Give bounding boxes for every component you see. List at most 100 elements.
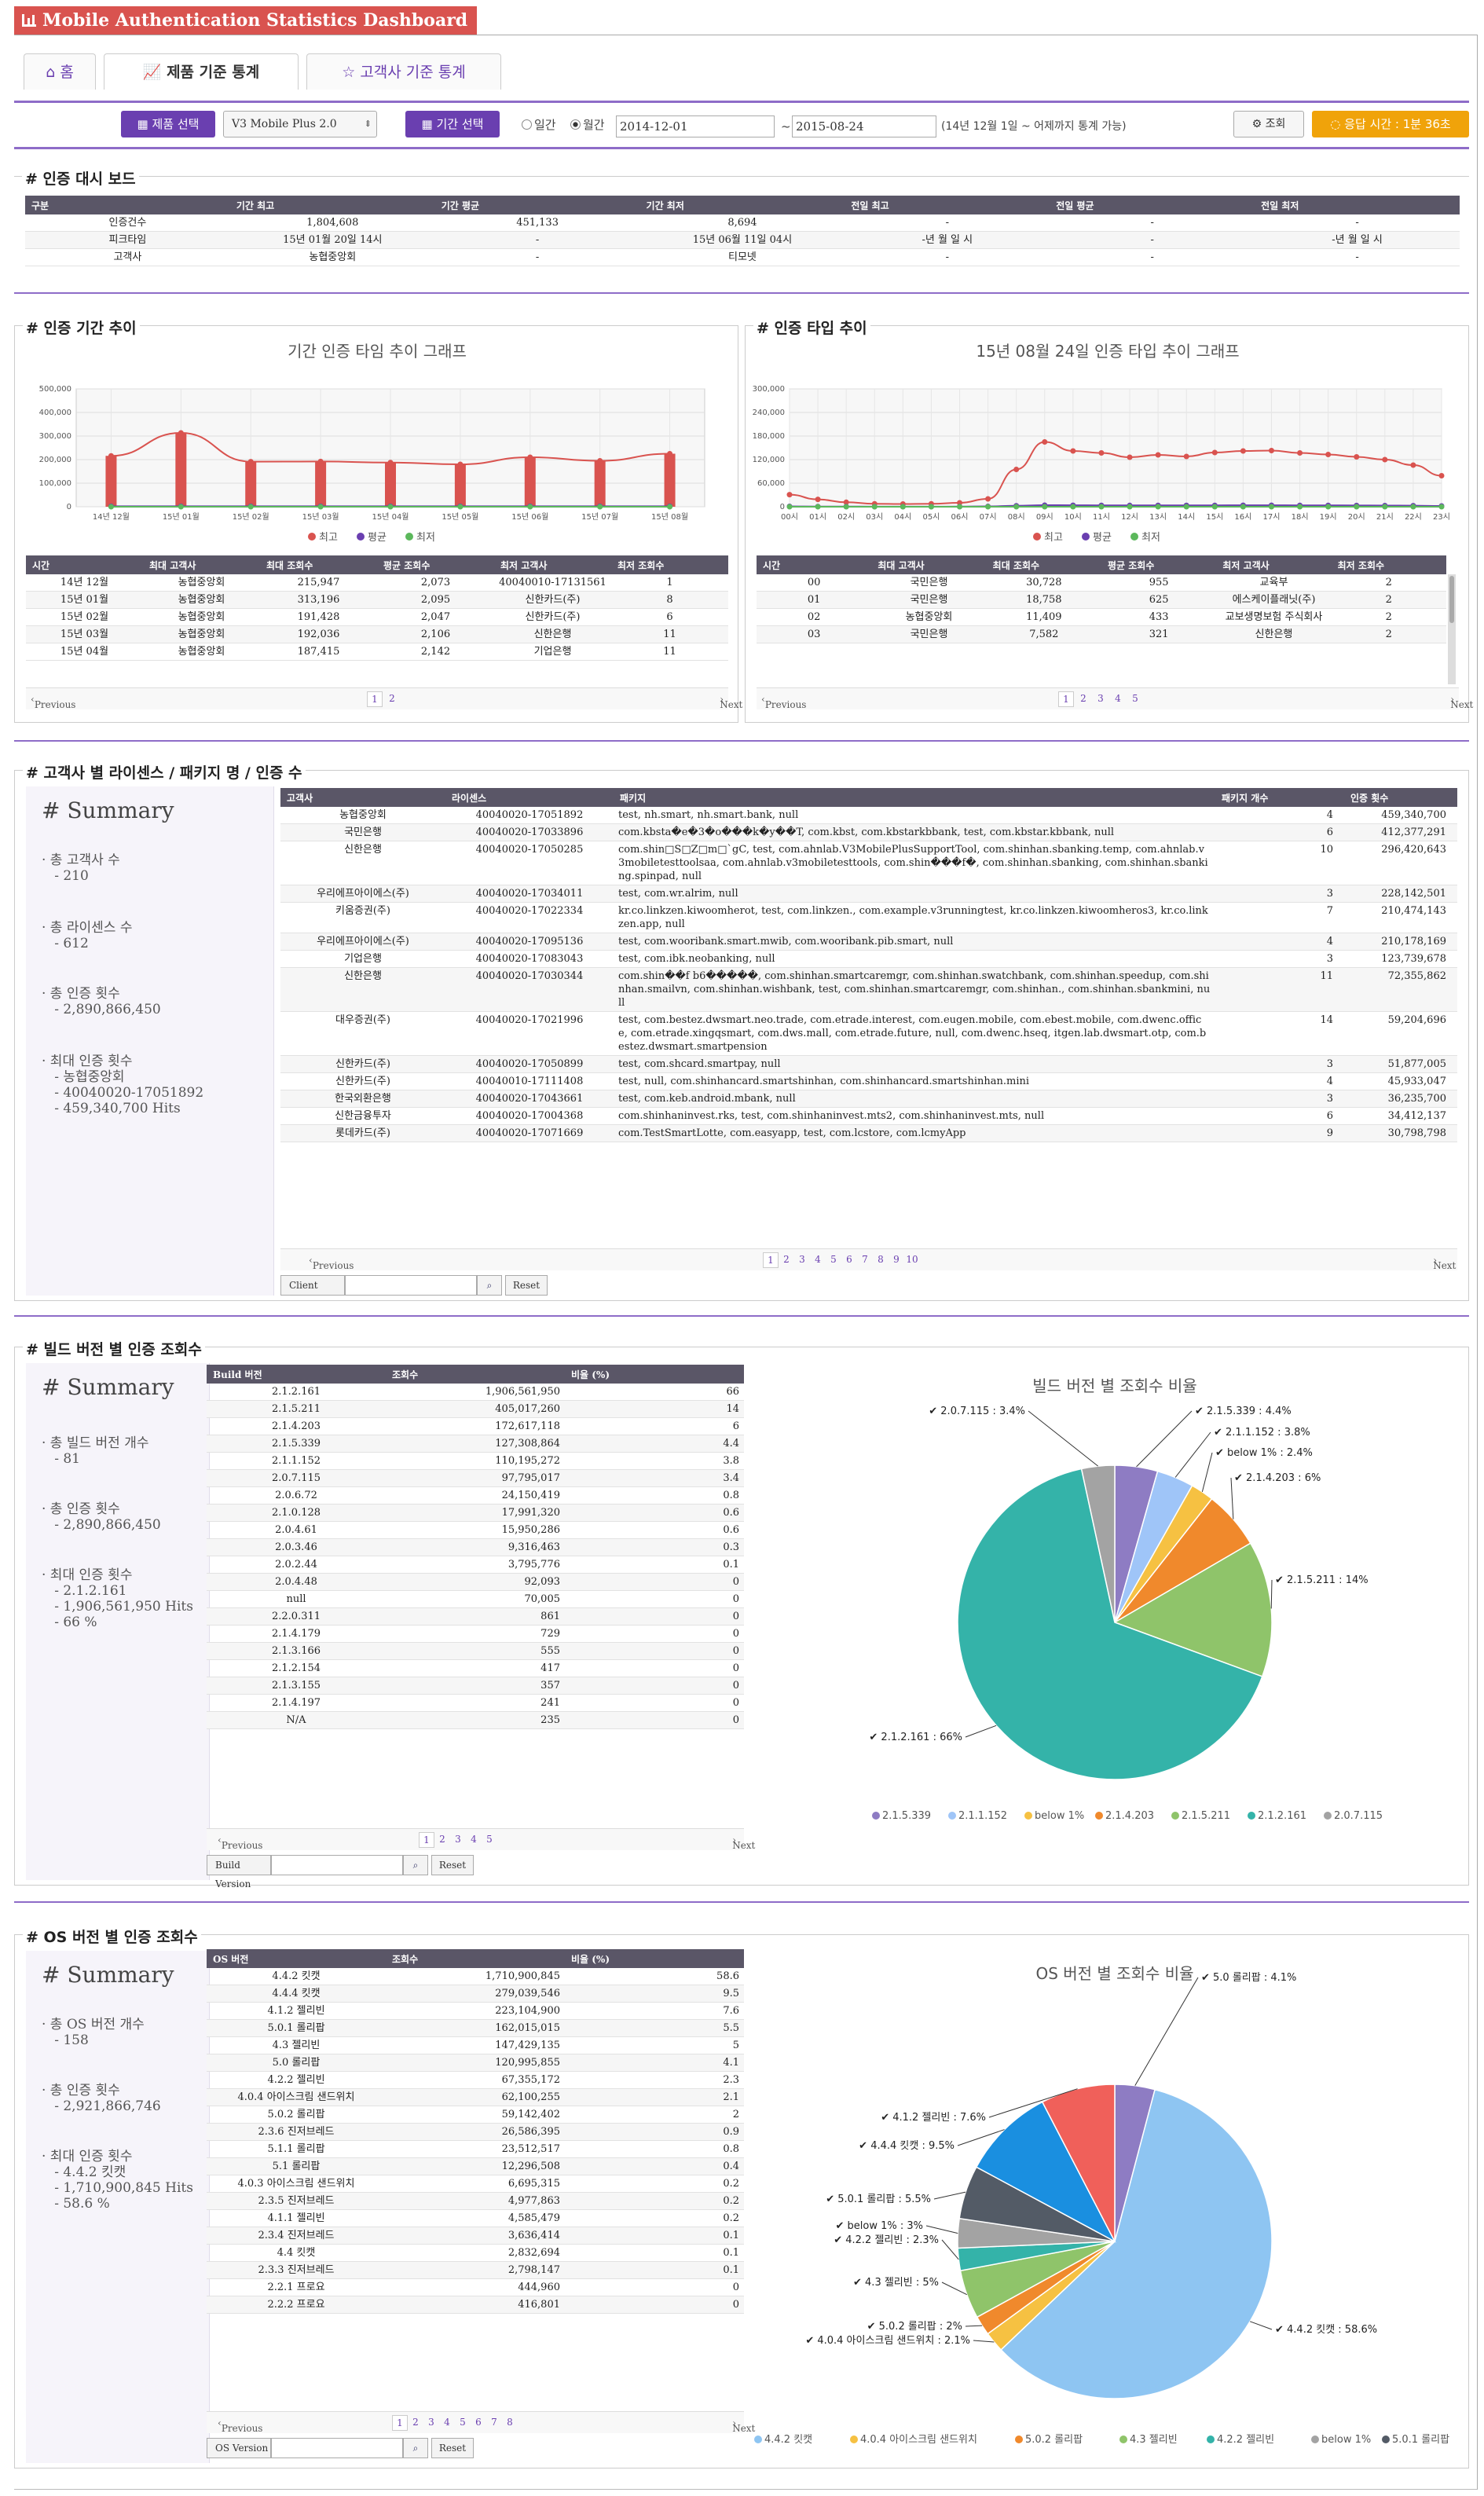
column-header[interactable]: 패키지 개수 <box>1215 788 1344 807</box>
pager-next[interactable]: Next › <box>1450 694 1473 710</box>
os-version-table: OS 버전 조회수 비율 (%) 4.4.2 킷캣 1,710,900,845 58.6 4… <box>207 1949 744 2314</box>
column-header[interactable]: 최저 고객사 <box>1216 555 1332 574</box>
page-7[interactable]: 7 <box>857 1252 873 1268</box>
page-2[interactable]: 2 <box>408 2415 423 2431</box>
client-search-input[interactable] <box>345 1275 477 1296</box>
page-4[interactable]: 4 <box>810 1252 826 1268</box>
slice-label: ✔ 2.1.2.161 : 66% <box>869 1732 962 1743</box>
column-header[interactable]: 평균 조회수 <box>377 555 494 574</box>
query-button[interactable]: ⚙ 조회 <box>1233 111 1304 137</box>
column-header[interactable]: 전일 최저 <box>1255 196 1460 214</box>
search-icon[interactable]: ⌕ <box>403 1855 428 1875</box>
column-header[interactable]: 시간 <box>757 555 872 574</box>
tab-home[interactable]: ⌂ 홈 <box>24 53 96 90</box>
column-header[interactable]: 고객사 <box>280 788 445 807</box>
page-5[interactable]: 5 <box>455 2415 471 2431</box>
page-5[interactable]: 5 <box>826 1252 841 1268</box>
pager-prev[interactable]: ‹ Previous <box>218 1834 262 1851</box>
column-header[interactable]: 구분 <box>25 196 230 214</box>
product-select-button[interactable]: ▦ 제품 선택 <box>121 111 215 137</box>
radio-daily[interactable]: 일간 <box>522 117 556 133</box>
column-header[interactable]: 조회수 <box>386 1949 565 1968</box>
page-8[interactable]: 8 <box>502 2415 518 2431</box>
page-2[interactable]: 2 <box>1075 691 1091 707</box>
page-1[interactable]: 1 <box>419 1832 434 1848</box>
column-header[interactable]: 비율 (%) <box>565 1365 744 1384</box>
column-header[interactable]: 최대 고객사 <box>143 555 260 574</box>
pager-next[interactable]: Next › <box>732 2417 755 2434</box>
page-3[interactable]: 3 <box>423 2415 439 2431</box>
scrollbar[interactable] <box>1448 574 1456 684</box>
page-1[interactable]: 1 <box>367 691 383 707</box>
os-search-input[interactable] <box>271 2438 403 2458</box>
column-header[interactable]: Build 버전 <box>207 1365 386 1384</box>
column-header[interactable]: 인증 횟수 <box>1344 788 1457 807</box>
column-header[interactable]: 전일 평균 <box>1050 196 1255 214</box>
pager-prev[interactable]: ‹ Previous <box>309 1255 354 1271</box>
page-5[interactable]: 5 <box>1127 691 1143 707</box>
page-4[interactable]: 4 <box>1110 691 1126 707</box>
table-cell: 40040020-17022334 <box>445 902 614 933</box>
page-3[interactable]: 3 <box>794 1252 810 1268</box>
search-icon[interactable]: ⌕ <box>477 1275 502 1296</box>
column-header[interactable]: 기간 평균 <box>434 196 640 214</box>
column-header[interactable]: 전일 최고 <box>845 196 1050 214</box>
table-cell: 17,991,320 <box>386 1504 565 1522</box>
build-search-input[interactable] <box>271 1855 403 1875</box>
page-4[interactable]: 4 <box>439 2415 455 2431</box>
table-row: 2.1.4.203 172,617,118 6 <box>207 1417 744 1435</box>
date-to-input[interactable]: 2015-08-24 <box>792 115 936 137</box>
page-1[interactable]: 1 <box>763 1252 779 1268</box>
column-header[interactable]: 조회수 <box>386 1365 565 1384</box>
reset-button[interactable]: Reset <box>431 1855 474 1875</box>
column-header[interactable]: 기간 최저 <box>639 196 845 214</box>
radio-monthly[interactable]: 월간 <box>570 117 605 133</box>
table-row: 신한은행 40040020-17050285 com.shin□S□Z□m□`gC,… <box>280 841 1457 885</box>
page-6[interactable]: 6 <box>841 1252 857 1268</box>
column-header[interactable]: 라이센스 <box>445 788 614 807</box>
column-header[interactable]: 최대 조회수 <box>986 555 1101 574</box>
pager-next[interactable]: Next › <box>720 694 742 710</box>
reset-button[interactable]: Reset <box>431 2438 474 2458</box>
column-header[interactable]: 기간 최고 <box>229 196 435 214</box>
page-1[interactable]: 1 <box>1058 691 1074 707</box>
column-header[interactable]: 최대 고객사 <box>871 555 987 574</box>
page-9[interactable]: 9 <box>889 1252 904 1268</box>
column-header[interactable]: 시간 <box>26 555 143 574</box>
page-2[interactable]: 2 <box>384 691 400 707</box>
page-2[interactable]: 2 <box>434 1832 450 1848</box>
column-header[interactable]: 최저 조회수 <box>1331 555 1446 574</box>
column-header[interactable]: 최저 조회수 <box>611 555 728 574</box>
page-4[interactable]: 4 <box>466 1832 482 1848</box>
tab-product-stats[interactable]: 📈 제품 기준 통계 <box>104 53 299 90</box>
page-8[interactable]: 8 <box>873 1252 889 1268</box>
column-header[interactable]: 비율 (%) <box>565 1949 744 1968</box>
reset-button[interactable]: Reset <box>505 1275 548 1296</box>
page-2[interactable]: 2 <box>779 1252 794 1268</box>
page-7[interactable]: 7 <box>486 2415 502 2431</box>
column-header[interactable]: 평균 조회수 <box>1101 555 1217 574</box>
page-1[interactable]: 1 <box>392 2415 408 2431</box>
page-5[interactable]: 5 <box>482 1832 497 1848</box>
page-6[interactable]: 6 <box>471 2415 486 2431</box>
product-dropdown[interactable]: V3 Mobile Plus 2.0 ⇕ <box>223 111 377 137</box>
pager-prev[interactable]: ‹ Previous <box>761 694 806 710</box>
pager-next[interactable]: Next › <box>732 1834 755 1851</box>
page-3[interactable]: 3 <box>1093 691 1108 707</box>
tab-client-stats[interactable]: ☆ 고객사 기준 통계 <box>306 53 501 90</box>
search-icon[interactable]: ⌕ <box>403 2438 428 2458</box>
column-header[interactable]: 최저 고객사 <box>494 555 611 574</box>
page-10[interactable]: 10 <box>904 1252 920 1268</box>
period-select-button[interactable]: ▦ 기간 선택 <box>405 111 500 137</box>
column-header[interactable]: 패키지 <box>614 788 1215 807</box>
pager-prev[interactable]: ‹ Previous <box>218 2417 262 2434</box>
table-cell: 45,933,047 <box>1344 1072 1457 1090</box>
column-header[interactable]: OS 버전 <box>207 1949 386 1968</box>
data-point <box>1070 448 1076 454</box>
pager-prev[interactable]: ‹ Previous <box>31 694 75 710</box>
date-from-input[interactable]: 2014-12-01 <box>616 115 775 137</box>
page-3[interactable]: 3 <box>450 1832 466 1848</box>
pager-next[interactable]: Next › <box>1433 1255 1456 1271</box>
data-point <box>1325 452 1332 457</box>
column-header[interactable]: 최대 조회수 <box>260 555 377 574</box>
